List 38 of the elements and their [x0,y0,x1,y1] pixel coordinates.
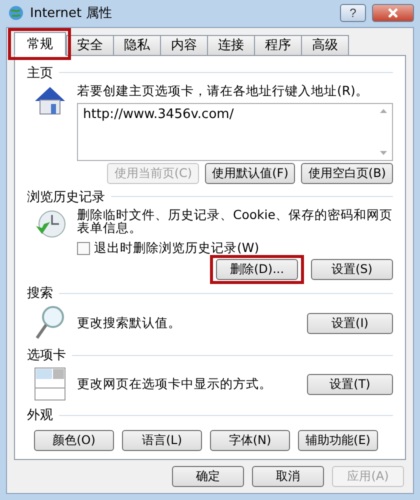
globe-icon [8,5,24,22]
scroll-arrows-icon [380,106,387,156]
button[interactable]: 取消 [252,466,324,487]
button[interactable]: 设置(I) [307,312,393,334]
search-icon [33,304,67,342]
help-button[interactable]: ? [340,4,366,22]
tabbed-window-icon [33,366,67,402]
tab[interactable]: 安全 [66,34,114,56]
button[interactable]: 语言(L) [122,430,202,451]
section-title: 搜索 [27,285,53,302]
button[interactable]: 删除(D)... [216,259,298,280]
close-icon [388,8,398,18]
tab[interactable]: 连接 [207,34,255,56]
button[interactable]: 设置(S) [311,259,393,280]
tab[interactable]: 内容 [160,34,208,56]
description-text: 更改搜索默认值。 [77,316,182,330]
tab[interactable]: 程序 [254,34,302,56]
close-button[interactable] [372,4,414,22]
url-field[interactable]: http://www.3456v.com/ [77,102,393,160]
section-title: 外观 [27,407,53,424]
button[interactable]: 使用空白页(B) [301,162,393,184]
tab[interactable]: 高级 [301,34,349,56]
tab[interactable]: 常规 [14,32,66,56]
tab[interactable]: 隐私 [113,34,161,56]
button[interactable]: 字体(N) [210,430,290,451]
description-text: 更改网页在选项卡中显示的方式。 [77,377,273,391]
section-title: 浏览历史记录 [27,188,105,206]
window-title: Internet 属性 [30,5,113,22]
section-title: 选项卡 [27,347,66,364]
button[interactable]: 辅助功能(E) [298,430,378,451]
button[interactable]: 设置(T) [307,374,393,394]
description-text: 若要创建主页选项卡，请在各地址行键入地址(R)。 [77,84,370,98]
button[interactable]: 使用默认值(F) [205,162,296,184]
button[interactable]: 颜色(O) [34,430,114,451]
section-title: 主页 [27,64,53,82]
button[interactable]: 确定 [172,466,244,487]
checkbox[interactable]: 退出时删除浏览历史记录(W) [77,240,393,257]
description-text: 删除临时文件、历史记录、Cookie、保存的密码和网页表单信息。 [77,208,393,235]
